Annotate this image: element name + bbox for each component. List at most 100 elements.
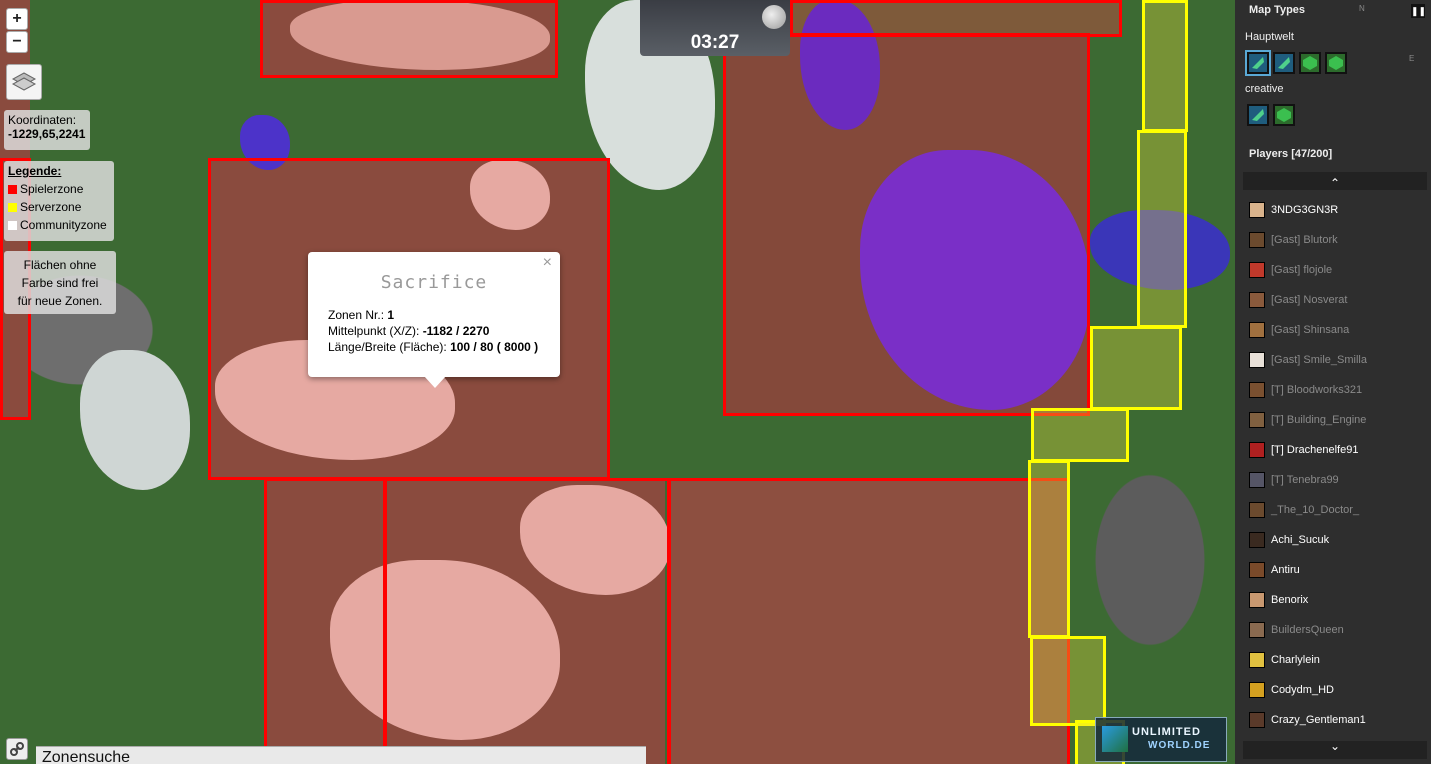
layers-button[interactable] <box>6 64 42 100</box>
world-buttons-hauptwelt <box>1245 50 1351 76</box>
popup-tip <box>424 376 446 388</box>
player-head-icon <box>1249 292 1265 309</box>
cave-map-button[interactable] <box>1273 52 1295 74</box>
legend-panel: Legende: Spielerzone Serverzone Communit… <box>4 161 114 241</box>
player-list-item[interactable]: Achi_Sucuk <box>1249 529 1329 551</box>
player-list-item[interactable]: Crazy_Gentleman1 <box>1249 709 1366 731</box>
note-line: für neue Zonen. <box>17 294 103 308</box>
map-types-title: Map Types <box>1249 4 1306 16</box>
flat-map-icon <box>1329 56 1343 70</box>
zone-popup: × Sacrifice Zonen Nr.: 1 Mittelpunkt (X/… <box>308 252 560 388</box>
player-name: [Gast] flojole <box>1271 264 1333 276</box>
player-head-icon <box>1249 322 1265 339</box>
player-name: 3NDG3GN3R <box>1271 204 1339 216</box>
legend-item-player: Spielerzone <box>8 180 110 198</box>
map-canvas[interactable]: + − Koordinaten: -1229,65,2241 Legende: … <box>0 0 1235 764</box>
player-name: _The_10_Doctor_ <box>1271 504 1360 516</box>
players-scroll-down-button[interactable]: ⌄ <box>1243 740 1427 759</box>
player-list-item[interactable]: Codydm_HD <box>1249 679 1334 701</box>
player-name: Codydm_HD <box>1271 684 1334 696</box>
server-zone[interactable] <box>1031 408 1129 462</box>
player-head-icon <box>1249 532 1265 549</box>
player-zone[interactable] <box>790 0 1122 37</box>
player-list-item[interactable]: [Gast] Smile_Smilla <box>1249 349 1367 371</box>
world-label-hauptwelt: Hauptwelt <box>1245 31 1294 43</box>
world-buttons-creative <box>1247 104 1299 127</box>
player-list-item[interactable]: BuildersQueen <box>1249 619 1344 641</box>
player-head-icon <box>1249 592 1265 609</box>
unlimited-world-logo: UNLIMITED WORLD.DE <box>1095 717 1227 762</box>
player-list-item[interactable]: Charlylein <box>1249 649 1320 671</box>
flat-map-icon <box>1303 56 1317 70</box>
player-head-icon <box>1249 442 1265 459</box>
server-zone[interactable] <box>1028 460 1070 638</box>
player-zone[interactable] <box>264 478 386 764</box>
coordinates-label: Koordinaten: <box>8 113 77 127</box>
surface-map-icon <box>1252 109 1264 121</box>
clock-widget: 03:27 <box>640 0 790 56</box>
player-name: [T] Drachenelfe91 <box>1271 444 1359 456</box>
player-name: [Gast] Shinsana <box>1271 324 1350 336</box>
zone-search-label: Zonensuche <box>42 749 131 764</box>
flat-map-button[interactable] <box>1299 52 1321 74</box>
server-zone[interactable] <box>1142 0 1188 132</box>
world-label-creative: creative <box>1245 83 1284 95</box>
popup-row-size: Länge/Breite (Fläche): 100 / 80 ( 8000 ) <box>328 340 539 354</box>
player-list-item[interactable]: [Gast] flojole <box>1249 259 1332 281</box>
players-scroll-up-button[interactable]: ⌃ <box>1243 172 1427 190</box>
zoom-out-button[interactable]: − <box>6 31 28 53</box>
player-list-item[interactable]: [Gast] Blutork <box>1249 229 1338 251</box>
player-name: Crazy_Gentleman1 <box>1271 714 1366 726</box>
logo-text-bottom: WORLD.DE <box>1148 740 1211 751</box>
player-zone[interactable] <box>260 0 558 78</box>
player-name: [T] Building_Engine <box>1271 414 1367 426</box>
player-list-item[interactable]: [T] Building_Engine <box>1249 409 1366 431</box>
flat-map-2-button[interactable] <box>1325 52 1347 74</box>
player-list-item[interactable]: Antiru <box>1249 559 1300 581</box>
server-zone[interactable] <box>1030 636 1106 726</box>
player-list-item[interactable]: Benorix <box>1249 589 1308 611</box>
player-head-icon <box>1249 352 1265 369</box>
free-area-note: Flächen ohne Farbe sind frei für neue Zo… <box>4 251 116 314</box>
note-line: Flächen ohne <box>23 258 97 272</box>
yellow-square-icon <box>8 203 17 213</box>
player-name: [Gast] Smile_Smilla <box>1271 354 1367 366</box>
player-list-item[interactable]: 3NDG3GN3R <box>1249 199 1338 221</box>
player-list-item[interactable]: [T] Bloodworks321 <box>1249 379 1362 401</box>
player-head-icon <box>1249 682 1265 699</box>
legend-item-community: Communityzone <box>8 216 110 234</box>
popup-close-button[interactable]: × <box>543 254 552 272</box>
compass-e: E <box>1409 54 1415 63</box>
terrain-snow <box>80 350 190 490</box>
popup-row-zone-nr: Zonen Nr.: 1 <box>328 308 395 322</box>
coordinates-panel: Koordinaten: -1229,65,2241 <box>4 110 90 150</box>
player-head-icon <box>1249 382 1265 399</box>
player-head-icon <box>1249 652 1265 669</box>
player-list-item[interactable]: _The_10_Doctor_ <box>1249 499 1359 521</box>
surface-map-button[interactable] <box>1247 104 1269 126</box>
legend-item-server: Serverzone <box>8 198 110 216</box>
player-head-icon <box>1249 412 1265 429</box>
player-list-item[interactable]: [T] Drachenelfe91 <box>1249 439 1358 461</box>
player-zone[interactable] <box>384 478 670 764</box>
player-zone[interactable] <box>668 478 1070 764</box>
player-head-icon <box>1249 472 1265 489</box>
player-name: Benorix <box>1271 594 1309 606</box>
pause-button[interactable]: ❚❚ <box>1411 4 1426 18</box>
server-zone[interactable] <box>1090 326 1182 410</box>
player-list-item[interactable]: [Gast] Nosverat <box>1249 289 1347 311</box>
player-list-item[interactable]: [Gast] Shinsana <box>1249 319 1349 341</box>
player-list-item[interactable]: [T] Tenebra99 <box>1249 469 1339 491</box>
zoom-in-button[interactable]: + <box>6 8 28 30</box>
server-zone[interactable] <box>1137 130 1187 328</box>
white-square-icon <box>8 221 17 231</box>
flat-map-button[interactable] <box>1273 104 1295 126</box>
player-zone[interactable] <box>723 33 1090 416</box>
legend-title: Legende: <box>8 164 62 178</box>
player-head-icon <box>1249 622 1265 639</box>
player-head-icon <box>1249 262 1265 279</box>
note-line: Farbe sind frei <box>21 276 99 290</box>
zone-search-bar[interactable]: Zonensuche <box>36 746 646 764</box>
link-button[interactable] <box>6 738 28 760</box>
surface-map-button[interactable] <box>1245 50 1271 76</box>
